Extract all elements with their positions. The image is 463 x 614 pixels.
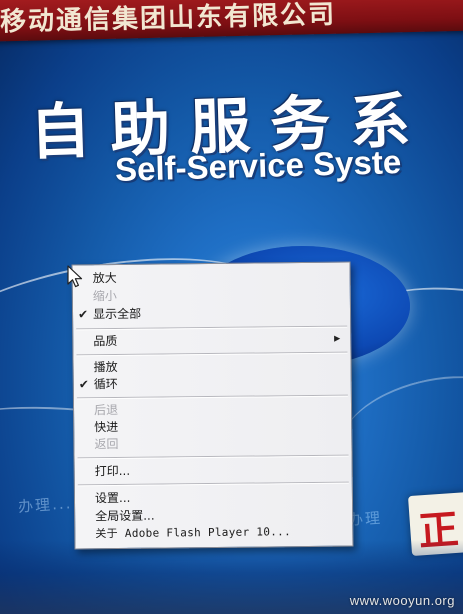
menu-item-back[interactable]: 返回 [74, 433, 351, 454]
menu-separator [77, 454, 349, 460]
kiosk-screen: 移动通信集团山东有限公司 自助服务系 Self-Service Syste 办理… [0, 0, 463, 614]
submenu-arrow-icon: ▶ [334, 333, 341, 343]
top-banner-text: 移动通信集团山东有限公司 [0, 0, 337, 38]
checkmark-icon: ✔ [78, 377, 89, 392]
menu-separator [77, 481, 349, 487]
arrow-cursor-icon [67, 265, 83, 288]
checkmark-icon: ✔ [77, 307, 89, 322]
flash-context-menu: 放大 缩小 ✔ 显示全部 品质 ▶ 播放 ✔ 循环 后退 快进 返回 打印...… [71, 261, 354, 550]
watermark: www.wooyun.org [349, 593, 455, 608]
top-banner: 移动通信集团山东有限公司 [0, 0, 463, 42]
menu-item-show-all[interactable]: ✔ 显示全部 [73, 303, 350, 324]
menu-item-loop[interactable]: ✔ 循环 [74, 373, 351, 394]
menu-item-about-flash[interactable]: 关于 Adobe Flash Player 10... [75, 523, 352, 544]
menu-item-quality[interactable]: 品质 ▶ [73, 330, 350, 351]
menu-item-print[interactable]: 打印... [75, 460, 352, 481]
faint-background-text: 办理... [17, 494, 73, 516]
page-title-english: Self-Service Syste [114, 143, 402, 188]
